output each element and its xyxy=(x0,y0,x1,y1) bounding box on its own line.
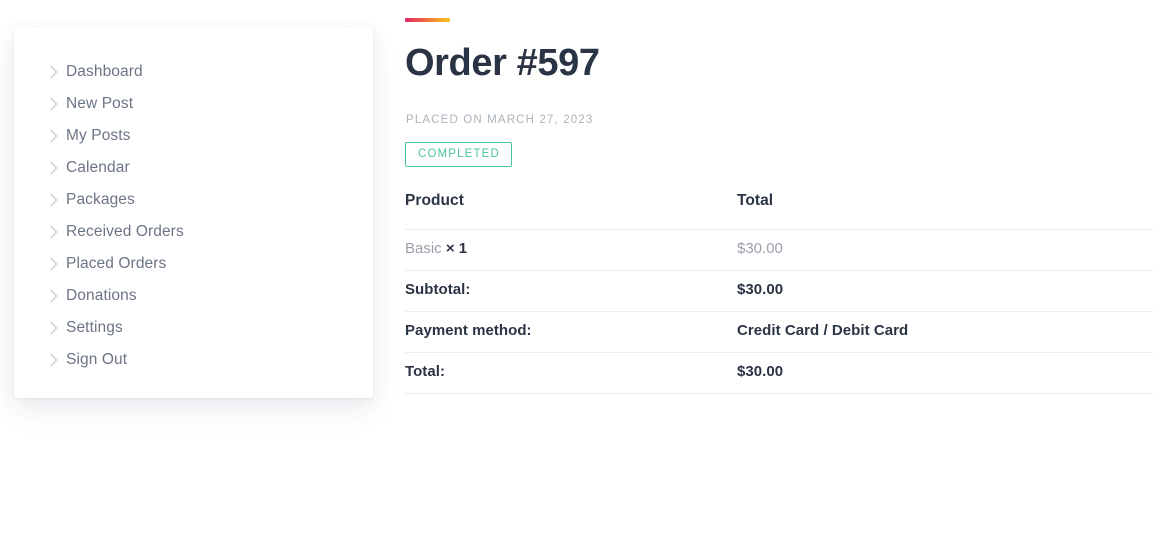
chevron-right-icon xyxy=(46,64,62,80)
table-body: Basic × 1 $30.00 Subtotal: $30.00 Paymen… xyxy=(405,229,1153,394)
sidebar-item-label: Settings xyxy=(66,319,123,336)
sidebar-item-received-orders[interactable]: Received Orders xyxy=(46,216,346,248)
sidebar-item-label: Donations xyxy=(66,287,137,304)
sidebar-item-dashboard[interactable]: Dashboard xyxy=(46,56,346,88)
table-header-row: Product Total xyxy=(405,188,1153,230)
row-label-cell: Subtotal: xyxy=(405,270,737,312)
product-quantity: × 1 xyxy=(445,239,468,257)
sidebar-item-settings[interactable]: Settings xyxy=(46,312,346,344)
accent-gradient-bar xyxy=(405,18,450,22)
sidebar-item-label: Packages xyxy=(66,191,135,208)
table-header: Product Total xyxy=(405,188,1153,230)
chevron-right-icon xyxy=(46,96,62,112)
row-value-cell: $30.00 xyxy=(737,270,1153,312)
sidebar-item-label: Sign Out xyxy=(66,351,128,368)
chevron-right-icon xyxy=(46,224,62,240)
order-details-page: Dashboard New Post My Posts Calendar Pac… xyxy=(0,0,1171,553)
table-row: Subtotal: $30.00 xyxy=(405,270,1153,312)
page-title: Order #597 xyxy=(405,42,600,84)
row-label-cell: Total: xyxy=(405,352,737,394)
chevron-right-icon xyxy=(46,256,62,272)
product-name: Basic xyxy=(405,239,442,257)
sidebar-item-calendar[interactable]: Calendar xyxy=(46,152,346,184)
chevron-right-icon xyxy=(46,128,62,144)
order-placed-date: PLACED ON MARCH 27, 2023 xyxy=(406,114,594,126)
sidebar-item-label: Dashboard xyxy=(66,63,143,80)
sidebar-item-label: Placed Orders xyxy=(66,255,167,272)
sidebar-item-label: Calendar xyxy=(66,159,130,176)
row-value-cell: $30.00 xyxy=(737,352,1153,394)
sidebar-item-new-post[interactable]: New Post xyxy=(46,88,346,120)
chevron-right-icon xyxy=(46,192,62,208)
order-summary-table: Product Total Basic × 1 $30.00 Subtotal:… xyxy=(405,188,1153,394)
table-row: Basic × 1 $30.00 xyxy=(405,229,1153,271)
table-row: Payment method: Credit Card / Debit Card xyxy=(405,311,1153,353)
sidebar-item-my-posts[interactable]: My Posts xyxy=(46,120,346,152)
sidebar-nav: Dashboard New Post My Posts Calendar Pac… xyxy=(46,56,346,376)
chevron-right-icon xyxy=(46,320,62,336)
row-value-cell: Credit Card / Debit Card xyxy=(737,311,1153,353)
sidebar-item-label: Received Orders xyxy=(66,223,184,240)
row-value-cell: $30.00 xyxy=(737,229,1153,271)
sidebar-item-packages[interactable]: Packages xyxy=(46,184,346,216)
sidebar-card: Dashboard New Post My Posts Calendar Pac… xyxy=(14,27,373,398)
sidebar-item-sign-out[interactable]: Sign Out xyxy=(46,344,346,376)
table-row: Total: $30.00 xyxy=(405,352,1153,394)
column-header-total: Total xyxy=(737,188,1153,230)
chevron-right-icon xyxy=(46,288,62,304)
sidebar-item-placed-orders[interactable]: Placed Orders xyxy=(46,248,346,280)
sidebar-item-label: New Post xyxy=(66,95,134,112)
chevron-right-icon xyxy=(46,352,62,368)
row-label-cell: Basic × 1 xyxy=(405,229,737,271)
row-label-cell: Payment method: xyxy=(405,311,737,353)
chevron-right-icon xyxy=(46,160,62,176)
column-header-product: Product xyxy=(405,188,737,230)
sidebar-item-label: My Posts xyxy=(66,127,131,144)
sidebar-item-donations[interactable]: Donations xyxy=(46,280,346,312)
status-badge: COMPLETED xyxy=(405,142,512,167)
